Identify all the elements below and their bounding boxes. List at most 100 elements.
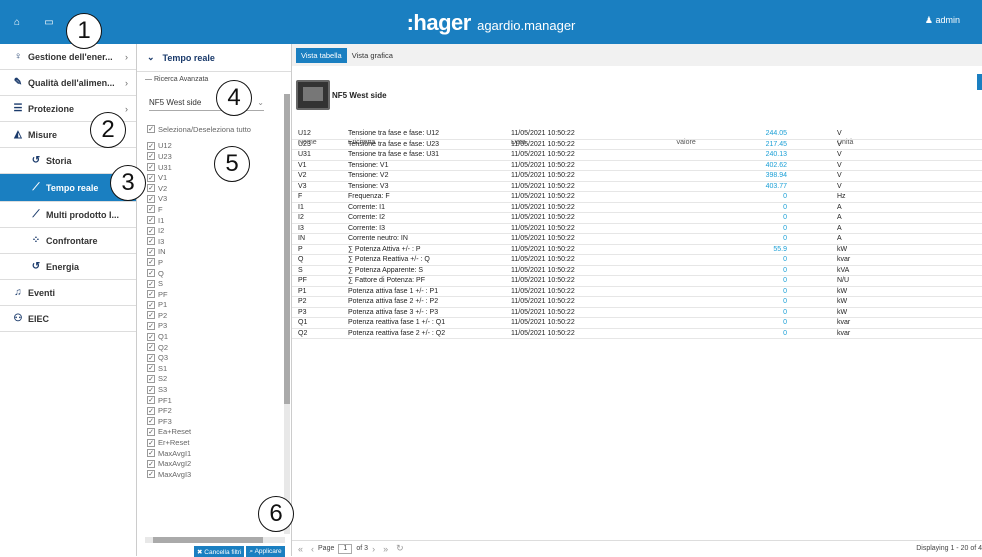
panel-title: Tempo reale <box>162 52 215 63</box>
measure-checkbox[interactable]: ✓ V2 <box>147 183 277 194</box>
measure-checkbox[interactable]: ✓ Er+Reset <box>147 437 277 448</box>
hierarchy-icon: ⚇ <box>13 313 23 324</box>
table-row[interactable]: IN Corrente neutro: IN 11/05/2021 10:50:22… <box>292 234 982 245</box>
measure-checkbox[interactable]: ✓ V1 <box>147 172 277 183</box>
table-row[interactable]: I2 Corrente: I2 11/05/2021 10:50:22 0 A <box>292 213 982 224</box>
sidebar-item-energia[interactable]: ↺ Energia <box>0 254 136 280</box>
measure-checkbox[interactable]: ✓ PF2 <box>147 405 277 416</box>
measure-checkbox[interactable]: ✓ V3 <box>147 194 277 205</box>
select-all-checkbox[interactable]: ✓ Seleziona/Deseleziona tutto <box>147 124 277 135</box>
measure-checkbox[interactable]: ✓ P2 <box>147 310 277 321</box>
measure-checkbox[interactable]: ✓ PF3 <box>147 416 277 427</box>
clear-filters-button[interactable]: ✖ Cancella filtri <box>194 546 245 557</box>
table-row[interactable]: F Frequenza: F 11/05/2021 10:50:22 0 Hz <box>292 192 982 203</box>
cell-nome: P2 <box>298 298 307 306</box>
checkbox-icon: ✓ <box>147 353 155 362</box>
first-page-icon[interactable]: « <box>298 544 303 554</box>
table-row[interactable]: I3 Corrente: I3 11/05/2021 10:50:22 0 A <box>292 224 982 234</box>
callout-2: 2 <box>90 112 126 148</box>
next-page-icon[interactable]: › <box>372 544 375 554</box>
cell-etichetta: Potenza reattiva fase 1 +/- : Q1 <box>348 319 446 327</box>
measure-checkbox[interactable]: ✓ P3 <box>147 321 277 332</box>
side-panel-toggle[interactable] <box>977 74 982 90</box>
measure-checkbox[interactable]: ✓ MaxAvgI2 <box>147 458 277 469</box>
cell-data: 11/05/2021 10:50:22 <box>511 224 575 232</box>
table-row[interactable]: V3 Tensione: V3 11/05/2021 10:50:22 403.77 V <box>292 182 982 192</box>
cell-nome: Q1 <box>298 319 308 327</box>
last-page-icon[interactable]: » <box>383 544 388 554</box>
measure-checkbox[interactable]: ✓ S <box>147 278 277 289</box>
sidebar-item-confrontare[interactable]: ⁘ Confrontare <box>0 228 136 254</box>
table-row[interactable]: S ∑ Potenza Apparente: S 11/05/2021 10:50:… <box>292 266 982 276</box>
table-row[interactable]: V2 Tensione: V2 11/05/2021 10:50:22 398.94 V <box>292 171 982 182</box>
cell-nome: V2 <box>298 172 307 180</box>
checkbox-icon: ✓ <box>147 374 155 383</box>
measure-checkbox[interactable]: ✓ S1 <box>147 363 277 374</box>
panel-horizontal-scrollbar[interactable] <box>145 537 285 543</box>
measure-checkbox[interactable]: ✓ I3 <box>147 236 277 247</box>
measure-checkbox[interactable]: ✓ Q <box>147 268 277 279</box>
table-row[interactable]: Q2 Potenza reattiva fase 2 +/- : Q2 11/05/… <box>292 329 982 339</box>
table-row[interactable]: P3 Potenza attiva fase 3 +/- : P3 11/05/20… <box>292 308 982 318</box>
sidebar-item-multi-prodotto[interactable]: ⟋ Multi prodotto I... <box>0 202 136 228</box>
measure-checkbox[interactable]: ✓ PF <box>147 289 277 300</box>
sidebar-item-gestione[interactable]: ♀ Gestione dell'ener... › <box>0 44 136 70</box>
checkbox-icon: ✓ <box>147 237 155 246</box>
measure-checkbox[interactable]: ✓ U12 <box>147 141 277 152</box>
sidebar-item-eventi[interactable]: ♫ Eventi <box>0 280 136 306</box>
panel-header[interactable]: ⌄ Tempo reale <box>137 44 291 72</box>
measure-checkbox[interactable]: ✓ S2 <box>147 374 277 385</box>
advanced-search-toggle[interactable]: — Ricerca Avanzata <box>137 72 291 87</box>
refresh-icon[interactable]: ↻ <box>396 543 404 554</box>
cell-etichetta: Corrente: I1 <box>348 203 385 211</box>
cell-valore: 398.94 <box>765 172 787 180</box>
measure-checkbox[interactable]: ✓ I1 <box>147 215 277 226</box>
cell-nome: P1 <box>298 287 307 295</box>
measure-checkbox[interactable]: ✓ U23 <box>147 151 277 162</box>
measure-checkbox[interactable]: ✓ P1 <box>147 300 277 311</box>
measure-checkbox[interactable]: ✓ Q3 <box>147 352 277 363</box>
bell-icon: ♫ <box>14 287 22 298</box>
measure-checkbox[interactable]: ✓ F <box>147 204 277 215</box>
tab-table-view[interactable]: Vista tabella <box>296 47 347 63</box>
table-row[interactable]: P ∑ Potenza Attiva +/- : P 11/05/2021 10:5… <box>292 245 982 255</box>
measure-checkbox[interactable]: ✓ S3 <box>147 384 277 395</box>
measure-checkbox[interactable]: ✓ P <box>147 257 277 268</box>
measure-checkbox-label: Q3 <box>158 353 169 363</box>
prev-page-icon[interactable]: ‹ <box>311 544 314 554</box>
measure-checkbox[interactable]: ✓ MaxAvgI3 <box>147 469 277 480</box>
table-row[interactable]: U31 Tensione tra fase e fase: U31 11/05/20… <box>292 150 982 161</box>
sidebar-item-eiec[interactable]: ⚇ EIEC <box>0 306 136 332</box>
table-row[interactable]: I1 Corrente: I1 11/05/2021 10:50:22 0 A <box>292 203 982 213</box>
measure-checkbox[interactable]: ✓ U31 <box>147 162 277 173</box>
scroll-thumb[interactable] <box>284 94 290 404</box>
table-row[interactable]: U23 Tensione tra fase e fase: U23 11/05/20… <box>292 140 982 150</box>
table-row[interactable]: PF ∑ Fattore di Potenza: PF 11/05/2021 10:… <box>292 276 982 287</box>
table-row[interactable]: V1 Tensione: V1 11/05/2021 10:50:22 402.62 V <box>292 161 982 171</box>
page-input[interactable]: 1 <box>338 543 353 554</box>
measure-checkbox[interactable]: ✓ MaxAvgI1 <box>147 448 277 459</box>
cell-valore: 0 <box>783 277 787 285</box>
panel-vertical-scrollbar[interactable] <box>284 94 290 534</box>
measure-checkbox[interactable]: ✓ Q1 <box>147 331 277 342</box>
table-row[interactable]: P1 Potenza attiva fase 1 +/- : P1 11/05/20… <box>292 287 982 297</box>
table-row[interactable]: P2 Potenza attiva fase 2 +/- : P2 11/05/20… <box>292 297 982 308</box>
sidebar-item-qualita[interactable]: ✎ Qualità dell'alimen... › <box>0 70 136 96</box>
table-row[interactable]: Q ∑ Potenza Reattiva +/- : Q 11/05/2021 10… <box>292 255 982 266</box>
cell-unita: A <box>837 224 842 232</box>
callout-6: 6 <box>258 496 294 532</box>
cell-unita: kvar <box>837 319 851 327</box>
user-menu[interactable]: ♟ admin <box>925 15 960 26</box>
measure-checkbox[interactable]: ✓ I2 <box>147 225 277 236</box>
cell-nome: P3 <box>298 308 307 316</box>
table-row[interactable]: U12 Tensione tra fase e fase: U12 11/05/20… <box>292 129 982 140</box>
filter-panel: ⌄ Tempo reale — Ricerca Avanzata NF5 West… <box>137 44 292 557</box>
apply-button[interactable]: ⌕ Applicare <box>246 546 285 557</box>
tab-chart-view[interactable]: Vista grafica <box>347 48 398 63</box>
table-row[interactable]: Q1 Potenza reattiva fase 1 +/- : Q1 11/05/… <box>292 318 982 329</box>
measure-checkbox[interactable]: ✓ IN <box>147 247 277 258</box>
measure-checkbox[interactable]: ✓ Ea+Reset <box>147 427 277 438</box>
scroll-thumb[interactable] <box>153 537 263 543</box>
measure-checkbox[interactable]: ✓ Q2 <box>147 342 277 353</box>
measure-checkbox[interactable]: ✓ PF1 <box>147 395 277 406</box>
